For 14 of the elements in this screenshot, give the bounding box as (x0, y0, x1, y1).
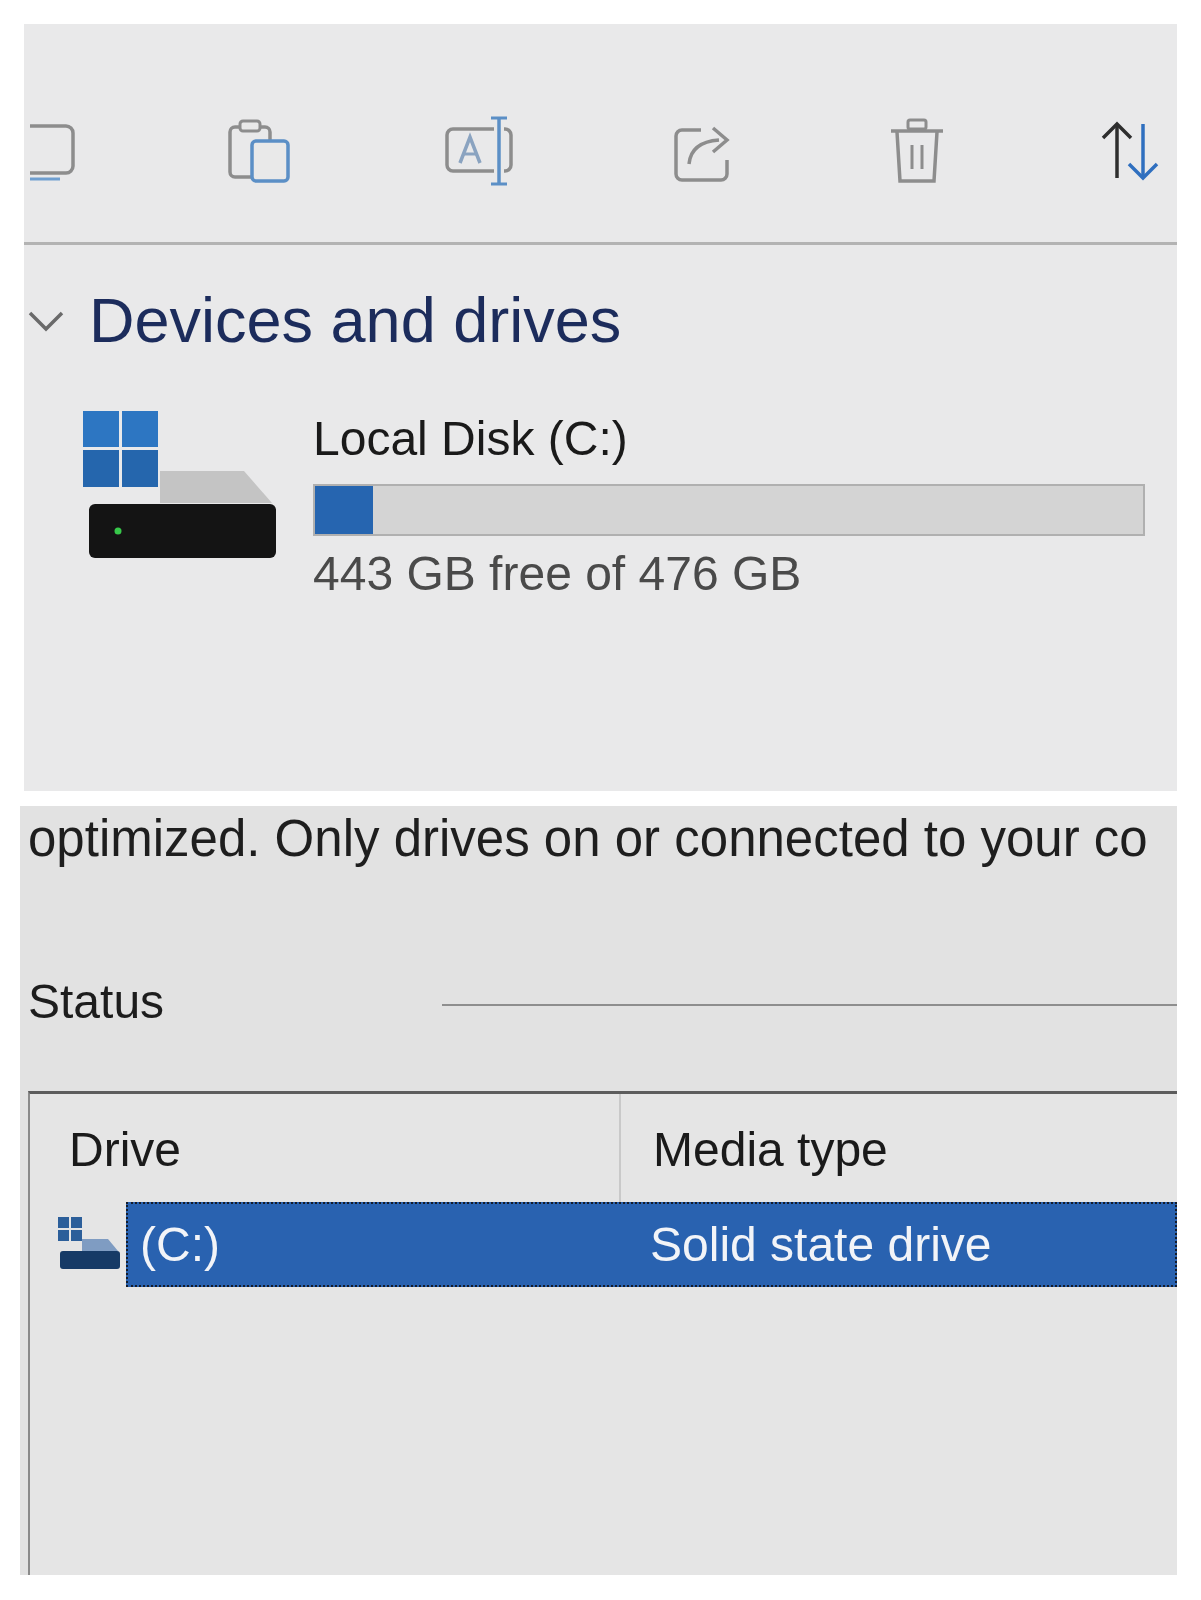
table-cell-text: Solid state drive (649, 1216, 993, 1272)
storage-reading: 443 GB free of 476 GB (313, 545, 803, 601)
column-header[interactable]: Drive (30, 1093, 619, 1202)
section-title[interactable]: Devices and drives (89, 283, 622, 359)
drive-icon[interactable] (82, 410, 278, 559)
drive-icon (58, 1217, 120, 1272)
table-cell-text: (C:) (139, 1216, 221, 1272)
row-highlight[interactable]: (C:) Solid state drive (126, 1201, 1177, 1287)
chevron-icon[interactable] (27, 309, 65, 332)
status-label: Status (28, 974, 165, 1031)
drive-name[interactable]: Local Disk (C:) (313, 410, 1145, 466)
description-text: optimized. Only drives on or connected to your co (27, 809, 1149, 869)
trash-icon[interactable] (888, 117, 946, 185)
clipboard-icon[interactable] (227, 118, 293, 184)
